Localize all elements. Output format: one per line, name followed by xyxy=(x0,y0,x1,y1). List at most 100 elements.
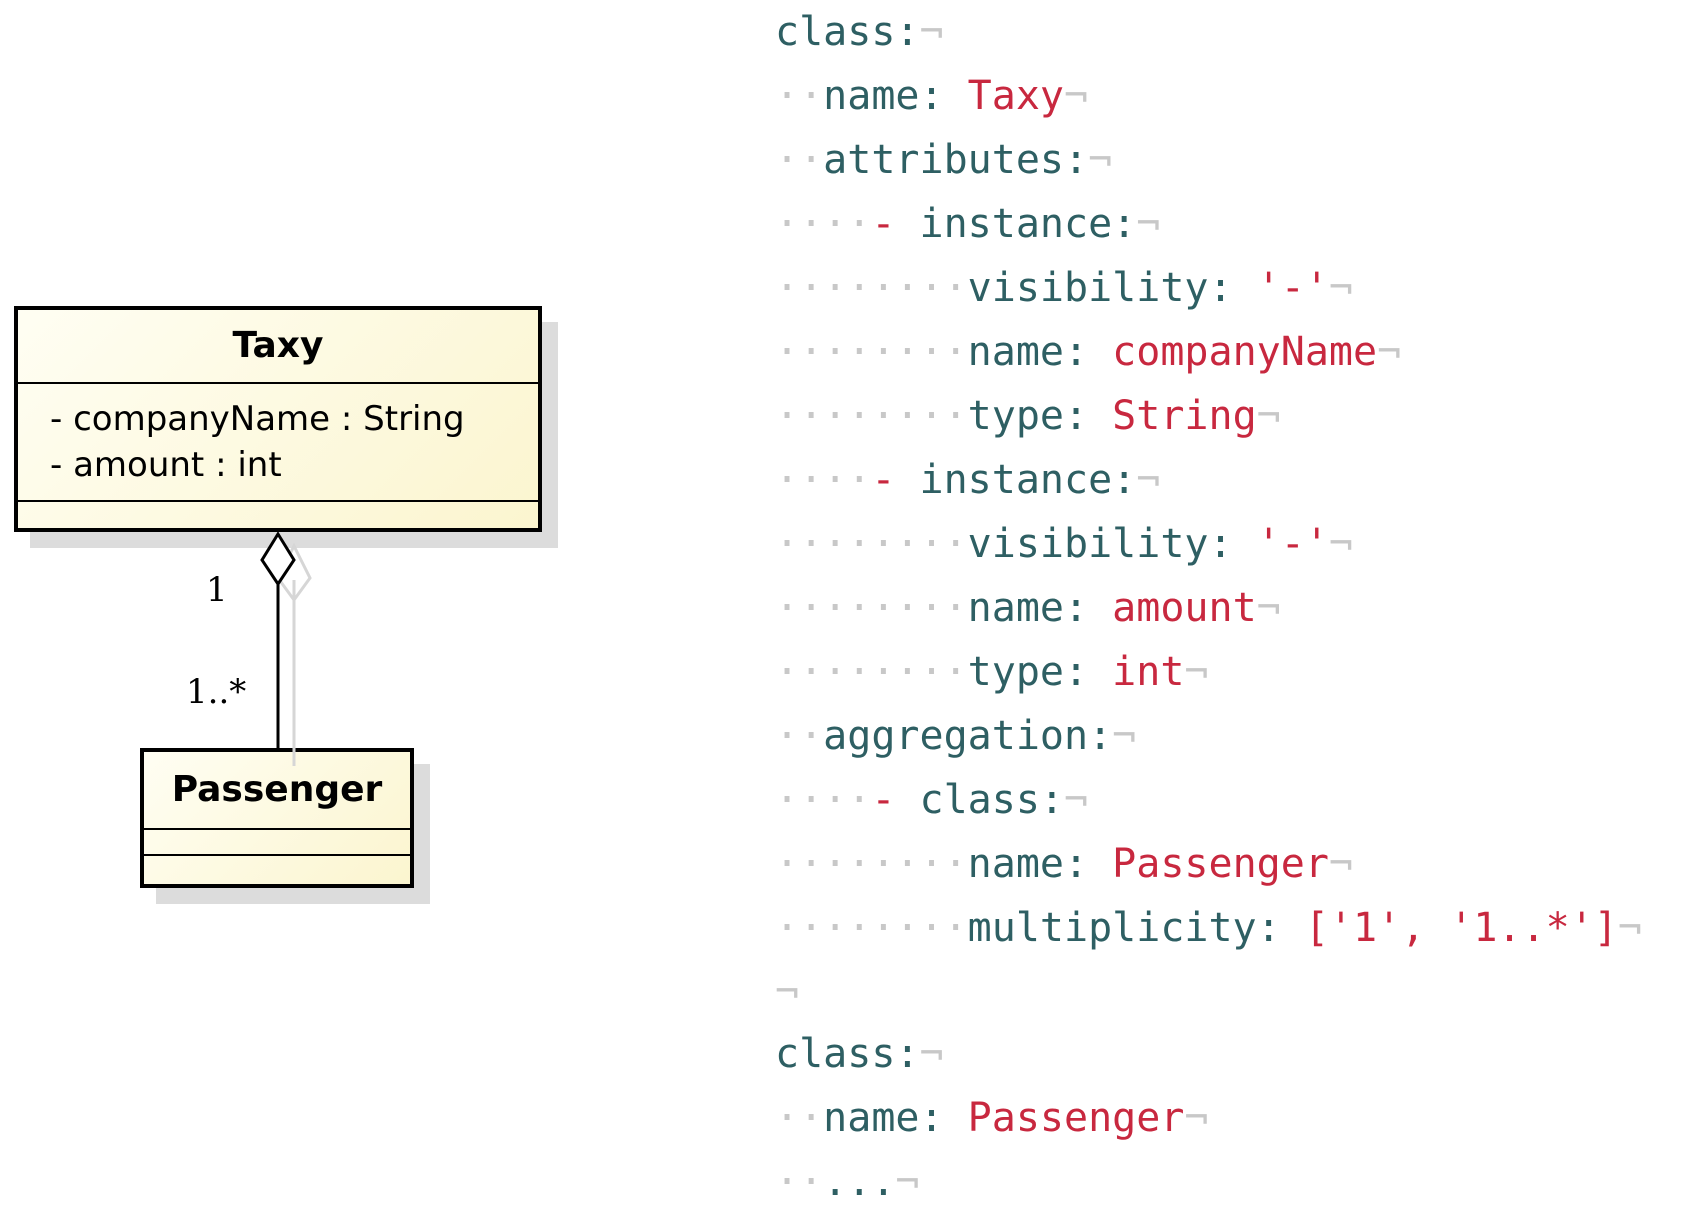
code-line-key: visibility: xyxy=(967,265,1257,311)
multiplicity-source: 1 xyxy=(206,570,228,610)
code-line-key: name: xyxy=(823,73,968,119)
code-line-indent: ·· xyxy=(775,713,824,759)
class-taxy-operations-divider xyxy=(18,500,538,502)
code-line-key: type: xyxy=(967,649,1113,695)
code-line-key: aggregation: xyxy=(823,713,1113,759)
code-line-indent: ········ xyxy=(775,905,968,951)
line-end-marker: ¬ xyxy=(1088,137,1113,183)
code-line-value: Taxy xyxy=(967,73,1064,119)
attribute-amount: - amount : int xyxy=(50,445,282,485)
code-line: class:¬ xyxy=(775,1022,944,1086)
code-line-key: name: xyxy=(967,329,1113,375)
code-line: ··aggregation:¬ xyxy=(775,704,1136,768)
class-taxy-attributes: - companyName : String - amount : int xyxy=(18,384,538,500)
code-line: ········multiplicity: ['1', '1..*']¬ xyxy=(775,896,1642,960)
code-line-indent: ········ xyxy=(775,393,968,439)
code-line-key: ... xyxy=(823,1159,896,1205)
code-line: ··...¬ xyxy=(775,1150,920,1214)
code-line-value: String xyxy=(1112,393,1257,439)
aggregation-diamond xyxy=(260,531,296,587)
code-line-value: '-' xyxy=(1256,265,1329,311)
code-line: ········type: String¬ xyxy=(775,384,1281,448)
attribute-company-name: - companyName : String xyxy=(50,399,465,439)
code-line-key: instance: xyxy=(919,457,1137,503)
line-end-marker: ¬ xyxy=(1136,457,1161,503)
code-line: ····- instance:¬ xyxy=(775,448,1160,512)
class-taxy: Taxy - companyName : String - amount : i… xyxy=(14,306,542,532)
code-line-indent: ·· xyxy=(775,1159,824,1205)
code-line-dash: - xyxy=(871,457,920,503)
code-listing: class:¬ ··name: Taxy¬ ··attributes:¬ ····- … xyxy=(775,0,1680,1205)
code-line-indent: ········ xyxy=(775,841,968,887)
code-line-key: name: xyxy=(967,585,1113,631)
code-line: ········type: int¬ xyxy=(775,640,1209,704)
line-end-marker: ¬ xyxy=(1136,201,1161,247)
class-taxy-title: Taxy xyxy=(232,325,324,366)
code-line-key: class: xyxy=(775,1031,920,1077)
code-line: ··attributes:¬ xyxy=(775,128,1112,192)
code-line-indent: ········ xyxy=(775,521,968,567)
class-passenger-attributes xyxy=(144,830,410,854)
code-line-indent: ···· xyxy=(775,777,872,823)
code-line-key: name: xyxy=(823,1095,968,1141)
line-end-marker: ¬ xyxy=(895,1159,920,1205)
code-line-indent: ·· xyxy=(775,1095,824,1141)
code-line-indent: ········ xyxy=(775,649,968,695)
code-line-value: amount xyxy=(1112,585,1257,631)
code-line-value: int xyxy=(1112,649,1185,695)
line-end-marker: ¬ xyxy=(1256,393,1281,439)
line-end-marker: ¬ xyxy=(1112,713,1137,759)
line-end-marker: ¬ xyxy=(919,9,944,55)
code-line: ¬ xyxy=(775,960,799,1024)
code-line-dash: - xyxy=(871,201,920,247)
code-line: ········visibility: '-'¬ xyxy=(775,256,1353,320)
class-passenger: Passenger xyxy=(140,748,414,888)
line-end-marker: ¬ xyxy=(1064,73,1089,119)
code-line: class:¬ xyxy=(775,0,944,64)
code-line-value: Passenger xyxy=(967,1095,1185,1141)
code-line: ····- instance:¬ xyxy=(775,192,1160,256)
line-end-marker: ¬ xyxy=(1377,329,1402,375)
line-end-marker: ¬ xyxy=(1256,585,1281,631)
code-line-dash: - xyxy=(871,777,920,823)
class-passenger-title: Passenger xyxy=(171,769,383,810)
code-line-value: companyName xyxy=(1112,329,1378,375)
code-line-indent: ···· xyxy=(775,201,872,247)
code-line: ··name: Passenger¬ xyxy=(775,1086,1209,1150)
code-line-indent: ·· xyxy=(775,73,824,119)
code-line: ··name: Taxy¬ xyxy=(775,64,1088,128)
class-passenger-operations-divider xyxy=(144,854,410,856)
code-line-indent: ········ xyxy=(775,265,968,311)
line-end-marker: ¬ xyxy=(1064,777,1089,823)
line-end-marker: ¬ xyxy=(1328,841,1353,887)
code-line-indent: ···· xyxy=(775,457,872,503)
line-end-marker: ¬ xyxy=(1328,521,1353,567)
code-line: ········name: Passenger¬ xyxy=(775,832,1353,896)
code-line-value: Passenger xyxy=(1112,841,1329,887)
code-line-key: class: xyxy=(775,9,920,55)
code-line: ········name: companyName¬ xyxy=(775,320,1401,384)
code-line-indent: ········ xyxy=(775,329,968,375)
code-line-key: attributes: xyxy=(823,137,1089,183)
code-line: ········visibility: '-'¬ xyxy=(775,512,1353,576)
line-end-marker: ¬ xyxy=(775,969,800,1015)
code-line-key: multiplicity: xyxy=(967,905,1305,951)
line-end-marker: ¬ xyxy=(919,1031,944,1077)
line-end-marker: ¬ xyxy=(1184,1095,1209,1141)
line-end-marker: ¬ xyxy=(1617,905,1642,951)
code-line-key: type: xyxy=(967,393,1113,439)
code-line: ········name: amount¬ xyxy=(775,576,1281,640)
code-line-key: class: xyxy=(919,777,1065,823)
line-end-marker: ¬ xyxy=(1184,649,1209,695)
code-line: ····- class:¬ xyxy=(775,768,1088,832)
code-line-key: name: xyxy=(967,841,1113,887)
aggregation-connector xyxy=(260,531,312,766)
code-line-indent: ·· xyxy=(775,137,824,183)
multiplicity-target: 1..* xyxy=(186,672,247,712)
code-line-value: '-' xyxy=(1256,521,1329,567)
uml-diagram: Taxy - companyName : String - amount : i… xyxy=(0,0,700,1205)
line-end-marker: ¬ xyxy=(1328,265,1353,311)
code-line-key: visibility: xyxy=(967,521,1257,567)
code-line-value: ['1', '1..*'] xyxy=(1304,905,1618,951)
code-line-indent: ········ xyxy=(775,585,968,631)
